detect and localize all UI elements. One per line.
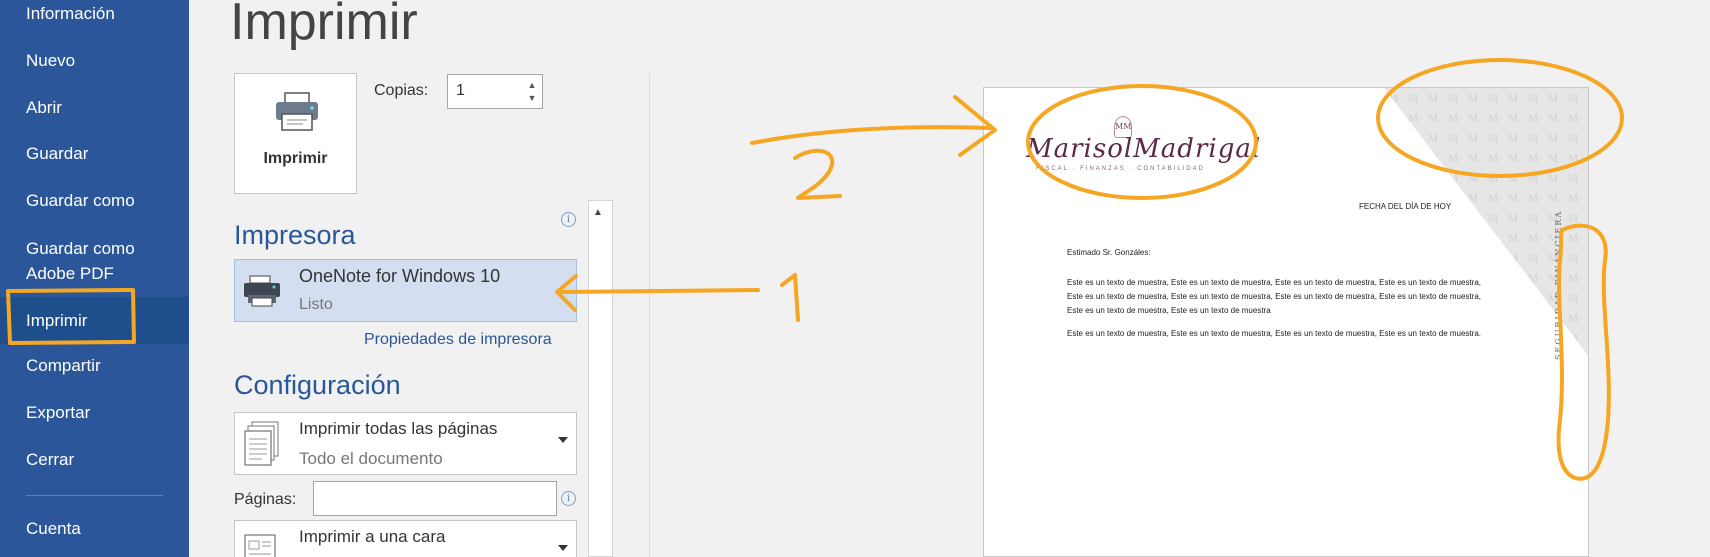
- backstage-sidebar: Información Nuevo Abrir Guardar Guardar …: [0, 0, 189, 557]
- printer-icon: [276, 92, 318, 131]
- spin-up-icon[interactable]: ▲: [526, 80, 538, 90]
- logo-tagline: FISCAL · FINANZAS · CONTABILIDAD: [1036, 166, 1206, 172]
- sidebar-item-compartir[interactable]: Compartir: [0, 355, 189, 377]
- sidebar-item-label: Imprimir: [26, 311, 88, 330]
- chevron-down-icon: [558, 437, 568, 443]
- sidebar-item-label: Guardar como: [26, 191, 135, 210]
- printer-name: OneNote for Windows 10: [299, 266, 501, 286]
- sidebar-item-imprimir[interactable]: Imprimir: [0, 297, 189, 344]
- numeral-2-stroke: [793, 148, 842, 200]
- print-range-value: Imprimir todas las páginas: [299, 419, 498, 438]
- scroll-up-icon[interactable]: ▲: [593, 207, 603, 218]
- vertical-slogan: SEGURIDAD FINANCIERA: [1554, 209, 1563, 360]
- date-line: FECHA DEL DÍA DE HOY: [1359, 202, 1452, 211]
- logo-name: MarisolMadrigal: [1026, 134, 1262, 164]
- printer-device-icon: [244, 275, 280, 307]
- settings-section-heading: Configuración: [234, 370, 401, 400]
- printer-info-icon[interactable]: i: [561, 212, 576, 227]
- pages-stack-icon: [244, 421, 279, 466]
- pane-divider: [649, 73, 650, 557]
- sidebar-item-exportar[interactable]: Exportar: [0, 402, 189, 424]
- pages-input[interactable]: [313, 481, 557, 516]
- pages-info-icon[interactable]: i: [561, 491, 576, 506]
- print-range-dropdown[interactable]: Imprimir todas las páginas Todo el docum…: [234, 412, 577, 475]
- backstage-print-view: Información Nuevo Abrir Guardar Guardar …: [0, 0, 1710, 557]
- sidebar-divider: [26, 495, 163, 496]
- sidebar-item-cuenta[interactable]: Cuenta: [0, 518, 189, 540]
- print-button-label: Imprimir: [263, 150, 328, 167]
- sidebar-item-label: Nuevo: [26, 51, 76, 70]
- page-title: Imprimir: [230, 0, 418, 51]
- sidebar-item-label: Guardar: [26, 144, 89, 163]
- numeral-1-stroke: [780, 273, 800, 322]
- sidebar-item-label: Cerrar: [26, 450, 75, 469]
- printer-status: Listo: [299, 296, 333, 313]
- printer-section-heading: Impresora: [234, 220, 356, 250]
- printer-properties-link[interactable]: Propiedades de impresora: [364, 331, 552, 349]
- print-range-description: Todo el documento: [299, 449, 443, 468]
- copies-value: 1: [456, 82, 465, 99]
- sidebar-item-label: Cuenta: [26, 519, 81, 538]
- sidebar-item-guardar-como[interactable]: Guardar como: [0, 190, 189, 212]
- pages-label: Páginas:: [234, 491, 297, 508]
- sidebar-item-guardar[interactable]: Guardar: [0, 143, 189, 165]
- print-button[interactable]: Imprimir: [234, 73, 357, 194]
- sidebar-item-label: Guardar como: [26, 239, 135, 258]
- sidebar-item-informacion[interactable]: Información: [0, 3, 189, 25]
- print-preview-page: M SEGURIDAD FINANCIERA MM MarisolMadriga…: [983, 87, 1589, 557]
- copies-spinner[interactable]: 1 ▲ ▼: [447, 74, 543, 109]
- body-paragraph: Este es un texto de muestra, Este es un …: [1067, 329, 1481, 338]
- sidebar-item-label-line2: Adobe PDF: [26, 264, 114, 283]
- sidebar-item-label: Abrir: [26, 98, 62, 117]
- copies-label: Copias:: [374, 82, 429, 99]
- sidebar-item-label: Exportar: [26, 403, 91, 422]
- sides-value: Imprimir a una cara: [299, 527, 446, 546]
- sidebar-item-nuevo[interactable]: Nuevo: [0, 50, 189, 72]
- sides-dropdown[interactable]: Imprimir a una cara: [234, 520, 577, 557]
- settings-scrollbar[interactable]: ▲: [588, 200, 613, 557]
- body-paragraph: Este es un texto de muestra, Este es un …: [1067, 278, 1481, 315]
- greeting-line: Estimado Sr. Gonzáles:: [1067, 248, 1151, 257]
- chevron-down-icon: [558, 545, 568, 551]
- sidebar-item-guardar-como-pdf[interactable]: Guardar como Adobe PDF: [0, 238, 189, 285]
- arrow-2-shaft: [750, 125, 992, 145]
- sidebar-item-label: Compartir: [26, 356, 101, 375]
- sidebar-item-abrir[interactable]: Abrir: [0, 97, 189, 119]
- spin-down-icon[interactable]: ▼: [526, 93, 538, 103]
- printer-selector[interactable]: OneNote for Windows 10 Listo: [234, 259, 577, 322]
- sidebar-item-cerrar[interactable]: Cerrar: [0, 449, 189, 471]
- sidebar-item-label: Información: [26, 4, 115, 23]
- single-side-icon: [244, 534, 276, 557]
